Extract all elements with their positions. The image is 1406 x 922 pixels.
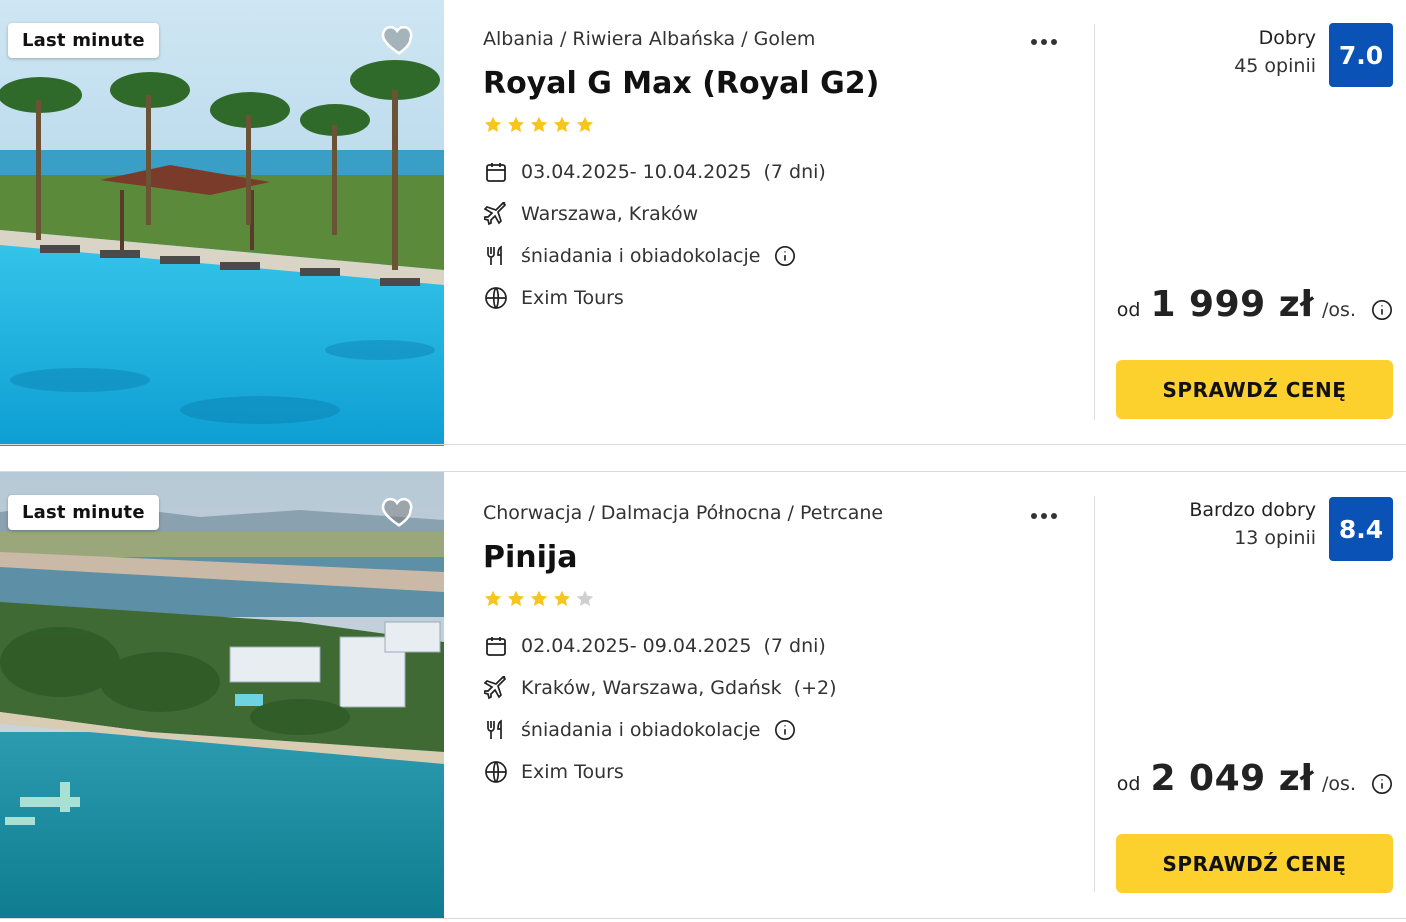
departure-cities: Kraków, Warszawa, Gdańsk bbox=[521, 677, 782, 699]
offer-info: Chorwacja / Dalmacja Północna / Petrcane… bbox=[483, 472, 1083, 918]
breadcrumb[interactable]: Chorwacja / Dalmacja Północna / Petrcane bbox=[483, 502, 883, 524]
review-count: 45 opinii bbox=[1234, 55, 1316, 77]
rating-label: Bardzo dobry bbox=[1189, 499, 1316, 521]
divider bbox=[0, 444, 1406, 445]
meals-row: śniadania i obiadokolacje bbox=[483, 716, 796, 744]
meal-plan: śniadania i obiadokolacje bbox=[521, 719, 761, 741]
more-departures[interactable]: (+2) bbox=[794, 677, 837, 699]
plane-icon bbox=[483, 201, 509, 227]
calendar-icon bbox=[483, 633, 509, 659]
heart-icon[interactable] bbox=[380, 492, 418, 530]
breadcrumb[interactable]: Albania / Riwiera Albańska / Golem bbox=[483, 28, 815, 50]
star-rating bbox=[483, 589, 598, 611]
star-icon bbox=[576, 116, 594, 132]
rating-label: Dobry bbox=[1258, 27, 1316, 49]
cutlery-icon bbox=[483, 243, 509, 269]
price-prefix: od bbox=[1116, 773, 1141, 795]
info-icon[interactable] bbox=[1371, 299, 1393, 321]
star-icon bbox=[553, 116, 571, 132]
departure-row: Warszawa, Kraków bbox=[483, 200, 698, 228]
check-price-button[interactable]: SPRAWDŹ CENĘ bbox=[1116, 834, 1393, 893]
price: od 1 999 zł /os. bbox=[1117, 284, 1356, 325]
star-icon bbox=[507, 116, 525, 132]
departure-row: Kraków, Warszawa, Gdańsk (+2) bbox=[483, 674, 837, 702]
travel-dates: 03.04.2025- 10.04.2025 bbox=[521, 161, 752, 183]
price-prefix: od bbox=[1116, 299, 1141, 321]
review-summary[interactable]: Bardzo dobry 13 opinii bbox=[1189, 498, 1316, 553]
star-icon bbox=[576, 590, 594, 606]
price-amount: 1 999 zł bbox=[1150, 284, 1315, 325]
heart-icon[interactable] bbox=[380, 20, 418, 58]
star-icon bbox=[507, 590, 525, 606]
price-unit: /os. bbox=[1322, 773, 1356, 795]
info-icon[interactable] bbox=[774, 245, 796, 267]
divider bbox=[1094, 24, 1095, 420]
operator-row: Exim Tours bbox=[483, 284, 624, 312]
star-icon bbox=[530, 116, 548, 132]
star-icon bbox=[553, 590, 571, 606]
star-icon bbox=[484, 116, 502, 132]
globe-icon bbox=[483, 759, 509, 785]
operator-row: Exim Tours bbox=[483, 758, 624, 786]
hotel-photo[interactable]: Last minute bbox=[0, 472, 444, 918]
travel-dates: 02.04.2025- 09.04.2025 bbox=[521, 635, 752, 657]
trip-duration: (7 dni) bbox=[763, 161, 826, 183]
price-amount: 2 049 zł bbox=[1150, 758, 1315, 799]
date-row: 03.04.2025- 10.04.2025 (7 dni) bbox=[483, 158, 826, 186]
hotel-photo[interactable]: Last minute bbox=[0, 0, 444, 446]
offer-card: Last minute Chorwacja / Dalmacja Północn… bbox=[0, 472, 1406, 918]
hotel-name[interactable]: Pinija bbox=[483, 540, 577, 575]
review-count: 13 opinii bbox=[1234, 527, 1316, 549]
calendar-icon bbox=[483, 159, 509, 185]
tour-operator: Exim Tours bbox=[521, 761, 624, 783]
last-minute-badge: Last minute bbox=[8, 495, 159, 530]
price: od 2 049 zł /os. bbox=[1117, 758, 1356, 799]
cutlery-icon bbox=[483, 717, 509, 743]
score-badge[interactable]: 7.0 bbox=[1329, 23, 1393, 87]
review-summary[interactable]: Dobry 45 opinii bbox=[1234, 26, 1316, 81]
score-badge[interactable]: 8.4 bbox=[1329, 497, 1393, 561]
offer-card: Last minute Albania / Riwiera Albańska /… bbox=[0, 0, 1406, 446]
divider bbox=[1094, 496, 1095, 892]
tour-operator: Exim Tours bbox=[521, 287, 624, 309]
star-rating bbox=[483, 115, 598, 137]
star-icon bbox=[484, 590, 502, 606]
star-icon bbox=[530, 590, 548, 606]
trip-duration: (7 dni) bbox=[763, 635, 826, 657]
divider bbox=[0, 918, 1406, 919]
date-row: 02.04.2025- 09.04.2025 (7 dni) bbox=[483, 632, 826, 660]
globe-icon bbox=[483, 285, 509, 311]
more-dots-icon[interactable] bbox=[1031, 30, 1067, 52]
check-price-button[interactable]: SPRAWDŹ CENĘ bbox=[1116, 360, 1393, 419]
price-unit: /os. bbox=[1322, 299, 1356, 321]
plane-icon bbox=[483, 675, 509, 701]
info-icon[interactable] bbox=[774, 719, 796, 741]
meals-row: śniadania i obiadokolacje bbox=[483, 242, 796, 270]
offer-info: Albania / Riwiera Albańska / Golem Royal… bbox=[483, 0, 1083, 446]
hotel-name[interactable]: Royal G Max (Royal G2) bbox=[483, 66, 879, 101]
meal-plan: śniadania i obiadokolacje bbox=[521, 245, 761, 267]
departure-cities: Warszawa, Kraków bbox=[521, 203, 699, 225]
last-minute-badge: Last minute bbox=[8, 23, 159, 58]
info-icon[interactable] bbox=[1371, 773, 1393, 795]
more-dots-icon[interactable] bbox=[1031, 504, 1067, 526]
